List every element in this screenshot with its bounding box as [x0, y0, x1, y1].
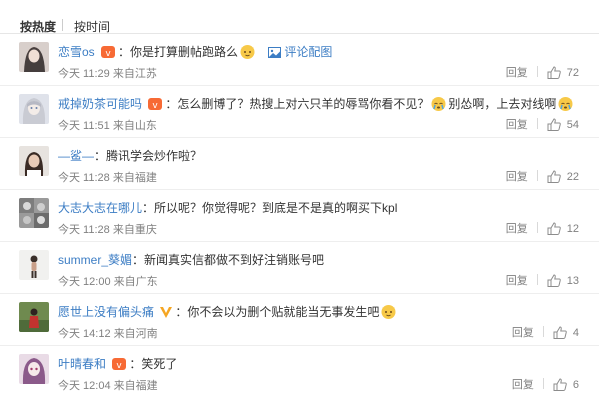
- reply-button[interactable]: 回复: [506, 67, 528, 79]
- like-count: 13: [566, 275, 579, 287]
- thumbs-up-icon: [547, 66, 561, 79]
- comment-item: 愿世上没有偏头痛 ：你不会以为删个贴就能当无事发生吧 今天 14:12 来自河南…: [0, 294, 599, 346]
- reply-button[interactable]: 回复: [506, 119, 528, 131]
- tab-by-popularity[interactable]: 按热度: [20, 18, 56, 35]
- thumbs-up-icon: [553, 378, 567, 391]
- svg-text:v: v: [153, 101, 159, 111]
- username[interactable]: 大志大志在哪儿: [58, 201, 142, 215]
- like-button[interactable]: 4: [553, 326, 579, 339]
- comment-meta: 今天 11:28 来自重庆: [58, 224, 157, 236]
- image-icon: [268, 47, 282, 61]
- svg-text:v: v: [105, 49, 111, 59]
- comment-text: 你不会以为删个贴就能当无事发生吧: [187, 305, 380, 319]
- reply-button[interactable]: 回复: [506, 275, 528, 287]
- comment-meta: 今天 11:51 来自山东: [58, 120, 157, 132]
- thumbs-up-icon: [547, 274, 561, 287]
- like-button[interactable]: 72: [547, 66, 579, 79]
- like-button[interactable]: 22: [547, 170, 579, 183]
- thumbs-up-icon: [553, 326, 567, 339]
- cat-crying-emoji-icon: [430, 95, 447, 115]
- comment-meta: 今天 14:12 来自河南: [58, 328, 158, 340]
- comment-text: 所以呢？你觉得呢？到底是不是真的啊买下kpl: [154, 201, 398, 215]
- username[interactable]: 叶晴春和: [58, 357, 106, 371]
- comment-item: 叶晴春和 v ：笑死了 今天 12:04 来自福建 回复 6: [0, 346, 599, 398]
- like-count: 4: [572, 327, 579, 339]
- comment-item: summer_葵媚：新闻真实信都做不到好注销账号吧 今天 12:00 来自广东 …: [0, 242, 599, 294]
- comment-item: —鲨—：腾讯学会炒作啦？ 今天 11:28 来自福建 回复 22: [0, 138, 599, 190]
- tab-divider: [62, 19, 63, 31]
- comment-actions: 回复 6: [512, 376, 579, 392]
- like-count: 12: [566, 223, 579, 235]
- like-button[interactable]: 6: [553, 378, 579, 391]
- comment-actions: 回复 54: [506, 116, 579, 132]
- avatar[interactable]: [19, 94, 49, 124]
- comment-item: 戒掉奶茶可能吗 v ：怎么删博了？热搜上对六只羊的辱骂你看不见？ 别怂啊，上去对线啊…: [0, 86, 599, 138]
- like-button[interactable]: 12: [547, 222, 579, 235]
- cat-emoji-icon: [380, 303, 397, 323]
- comment-text: 腾讯学会炒作啦？: [106, 149, 203, 163]
- reply-button[interactable]: 回复: [506, 171, 528, 183]
- like-count: 72: [566, 67, 579, 79]
- member-badge-icon: v: [147, 97, 163, 114]
- comment-text: 怎么删博了？热搜上对六只羊的辱骂你看不见？: [177, 97, 430, 111]
- comment-text-tail: 别怂啊，上去对线啊: [448, 97, 557, 111]
- member-badge-icon: v: [111, 357, 127, 374]
- cat-emoji-icon: [239, 43, 256, 63]
- comment-item: 大志大志在哪儿：所以呢？你觉得呢？到底是不是真的啊买下kpl 今天 11:28 …: [0, 190, 599, 242]
- comment-text: 你是打算删帖跑路么: [130, 45, 239, 59]
- comment-image-label: 评论配图: [284, 45, 333, 59]
- reply-button[interactable]: 回复: [512, 327, 534, 339]
- like-count: 54: [566, 119, 579, 131]
- like-button[interactable]: 13: [547, 274, 579, 287]
- comment-item: 恋雪os v ：你是打算删帖跑路么 评论配图 今天 11:29 来自江苏 回复 72: [0, 34, 599, 86]
- comment-actions: 回复 22: [506, 168, 579, 184]
- thumbs-up-icon: [547, 222, 561, 235]
- comment-image-link[interactable]: 评论配图: [268, 45, 332, 59]
- tab-by-time[interactable]: 按时间: [74, 18, 110, 35]
- comment-meta: 今天 12:04 来自福建: [58, 380, 158, 392]
- verified-v-icon: [159, 305, 173, 322]
- comment-actions: 回复 72: [506, 64, 579, 80]
- avatar[interactable]: [19, 302, 49, 332]
- member-badge-icon: v: [100, 45, 116, 62]
- avatar[interactable]: [19, 354, 49, 384]
- username[interactable]: summer_葵媚: [58, 253, 132, 267]
- thumbs-up-icon: [547, 118, 561, 131]
- comment-meta: 今天 11:28 来自福建: [58, 172, 157, 184]
- svg-text:v: v: [117, 361, 123, 371]
- username[interactable]: 愿世上没有偏头痛: [58, 305, 154, 319]
- avatar[interactable]: [19, 250, 49, 280]
- thumbs-up-icon: [547, 170, 561, 183]
- like-count: 22: [566, 171, 579, 183]
- username[interactable]: —鲨—: [58, 149, 94, 163]
- comment-actions: 回复 4: [512, 324, 579, 340]
- reply-button[interactable]: 回复: [512, 379, 534, 391]
- comment-meta: 今天 12:00 来自广东: [58, 276, 158, 288]
- comment-text: 新闻真实信都做不到好注销账号吧: [144, 253, 325, 267]
- avatar[interactable]: [19, 198, 49, 228]
- cat-crying-emoji-icon: [557, 95, 574, 115]
- sort-tabs: 按热度 按时间: [0, 0, 599, 34]
- avatar[interactable]: [19, 42, 49, 72]
- comment-actions: 回复 13: [506, 272, 579, 288]
- username[interactable]: 恋雪os: [58, 45, 95, 59]
- reply-button[interactable]: 回复: [506, 223, 528, 235]
- comment-actions: 回复 12: [506, 220, 579, 236]
- avatar[interactable]: [19, 146, 49, 176]
- like-count: 6: [572, 379, 579, 391]
- comment-text: 笑死了: [141, 357, 178, 371]
- comment-meta: 今天 11:29 来自江苏: [58, 68, 157, 80]
- like-button[interactable]: 54: [547, 118, 579, 131]
- username[interactable]: 戒掉奶茶可能吗: [58, 97, 142, 111]
